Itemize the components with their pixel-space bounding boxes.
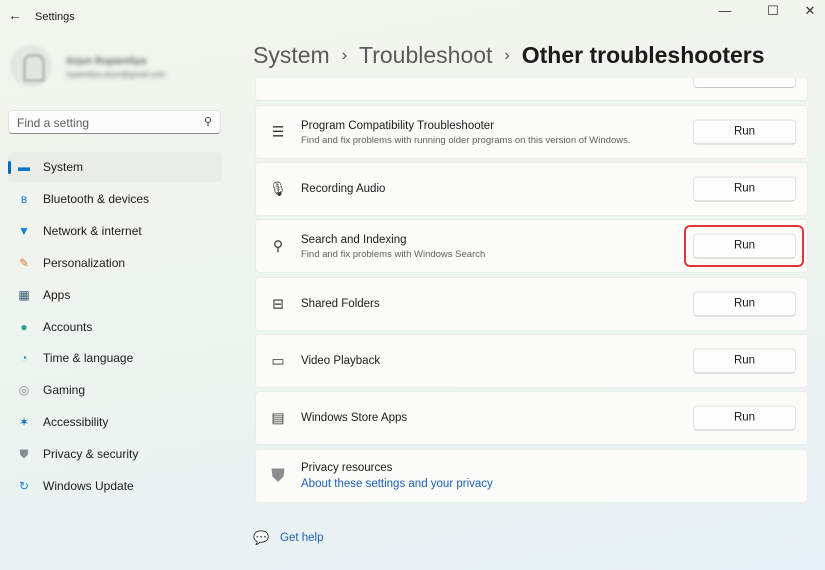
windows-update-icon: ↻ [17, 479, 31, 493]
sidebar-item-personalization[interactable]: ✎ Personalization [8, 248, 222, 278]
troubleshooter-description: Find and fix problems with Windows Searc… [301, 249, 485, 260]
privacy-title: Privacy resources [301, 462, 392, 474]
sidebar-item-apps[interactable]: ▦ Apps [8, 280, 222, 310]
minimize-button[interactable]: — [711, 3, 739, 23]
troubleshooter-windows-store-apps: ▤ Windows Store Apps Run [255, 391, 808, 445]
troubleshooter-title: Shared Folders [301, 298, 380, 310]
program-compatibility-troubleshooter-icon: ☰ [269, 124, 287, 141]
window-title: Settings [35, 11, 75, 23]
privacy-link[interactable]: About these settings and your privacy [301, 478, 493, 490]
sidebar-item-accessibility[interactable]: ✶ Accessibility [8, 407, 222, 437]
video-playback-icon: ▭ [269, 353, 287, 370]
sidebar-item-label: Accessibility [43, 415, 108, 429]
shield-icon: ⛊ [269, 466, 287, 487]
run-button-windows-store-apps[interactable]: Run [693, 406, 796, 431]
accessibility-icon: ✶ [17, 415, 31, 429]
run-button-program-compatibility-troubleshooter[interactable]: Run [693, 120, 796, 145]
sidebar-item-label: Time & language [43, 351, 133, 365]
close-button[interactable]: ✕ [796, 3, 824, 23]
sidebar-item-bluetooth-devices[interactable]: ʙ Bluetooth & devices [8, 184, 222, 214]
troubleshooter-title: Program Compatibility Troubleshooter [301, 120, 494, 132]
troubleshooter-recording-audio: 🎙 Recording Audio Run [255, 162, 808, 216]
chevron-right-icon: › [342, 47, 347, 64]
sidebar-item-gaming[interactable]: ◎ Gaming [8, 375, 222, 405]
get-help-link[interactable]: Get help [280, 532, 323, 544]
troubleshooter-title: Search and Indexing [301, 234, 407, 246]
sidebar-item-label: Personalization [43, 256, 125, 270]
gaming-icon: ◎ [17, 383, 31, 397]
recording-audio-icon: 🎙 [269, 181, 287, 198]
sidebar-item-accounts[interactable]: ● Accounts [8, 312, 222, 342]
shared-folders-icon: ⊟ [269, 296, 287, 313]
troubleshooter-video-playback: ▭ Video Playback Run [255, 334, 808, 388]
sidebar-item-windows-update[interactable]: ↻ Windows Update [8, 471, 222, 501]
partial-card [255, 78, 808, 101]
personalization-icon: ✎ [17, 256, 31, 270]
sidebar-item-label: Accounts [43, 320, 92, 334]
run-button-shared-folders[interactable]: Run [693, 292, 796, 317]
avatar[interactable] [10, 45, 52, 87]
page-title: Other troubleshooters [522, 42, 765, 68]
sidebar-item-system[interactable]: ▬ System [8, 152, 222, 182]
troubleshooter-title: Recording Audio [301, 183, 385, 195]
user-name: Arjun Rupareliya [66, 56, 146, 67]
sidebar-item-label: Privacy & security [43, 447, 138, 461]
sidebar-item-privacy-security[interactable]: ⛊ Privacy & security [8, 439, 222, 469]
troubleshooter-title: Windows Store Apps [301, 412, 407, 424]
search-icon: ⚲ [204, 115, 212, 128]
time-language-icon: ◔ [17, 351, 31, 365]
sidebar-item-time-language[interactable]: ◔ Time & language [8, 343, 222, 373]
troubleshooter-shared-folders: ⊟ Shared Folders Run [255, 277, 808, 331]
sidebar-item-label: System [43, 160, 83, 174]
run-button-video-playback[interactable]: Run [693, 349, 796, 374]
back-arrow-icon[interactable]: ← [8, 7, 22, 23]
run-button-partial[interactable] [693, 78, 796, 88]
troubleshooter-search-and-indexing: ⚲ Search and Indexing Find and fix problem… [255, 219, 808, 273]
maximize-button[interactable]: ☐ [759, 3, 787, 23]
breadcrumb-troubleshoot[interactable]: Troubleshoot [359, 42, 492, 68]
bluetooth-devices-icon: ʙ [17, 192, 31, 206]
sidebar-item-label: Apps [43, 288, 70, 302]
user-email: rupareliya.arjun@gmail.com [66, 70, 166, 79]
apps-icon: ▦ [17, 288, 31, 302]
privacy-security-icon: ⛊ [17, 447, 31, 462]
chevron-right-icon: › [504, 47, 509, 64]
run-button-search-and-indexing[interactable]: Run [693, 234, 796, 259]
breadcrumb: System › Troubleshoot › Other troubleshooter… [253, 42, 765, 69]
privacy-resources-card: ⛊ Privacy resources About these settings… [255, 449, 808, 503]
sidebar-item-label: Bluetooth & devices [43, 192, 149, 206]
help-icon: 💬 [253, 530, 269, 546]
run-button-recording-audio[interactable]: Run [693, 177, 796, 202]
search-placeholder: Find a setting [17, 116, 89, 130]
windows-store-apps-icon: ▤ [269, 410, 287, 427]
search-input[interactable]: Find a setting ⚲ [8, 110, 221, 134]
troubleshooter-description: Find and fix problems with running older… [301, 135, 631, 146]
sidebar-item-label: Windows Update [43, 479, 134, 493]
breadcrumb-system[interactable]: System [253, 42, 330, 68]
troubleshooter-title: Video Playback [301, 355, 380, 367]
accounts-icon: ● [17, 320, 31, 334]
network-internet-icon: ▼ [17, 224, 31, 238]
sidebar-item-label: Gaming [43, 383, 85, 397]
troubleshooter-program-compatibility-troubleshooter: ☰ Program Compatibility Troubleshooter Fin… [255, 105, 808, 159]
search-and-indexing-icon: ⚲ [269, 238, 287, 255]
sidebar-item-label: Network & internet [43, 224, 142, 238]
system-icon: ▬ [17, 160, 31, 174]
sidebar-item-network-internet[interactable]: ▼ Network & internet [8, 216, 222, 246]
